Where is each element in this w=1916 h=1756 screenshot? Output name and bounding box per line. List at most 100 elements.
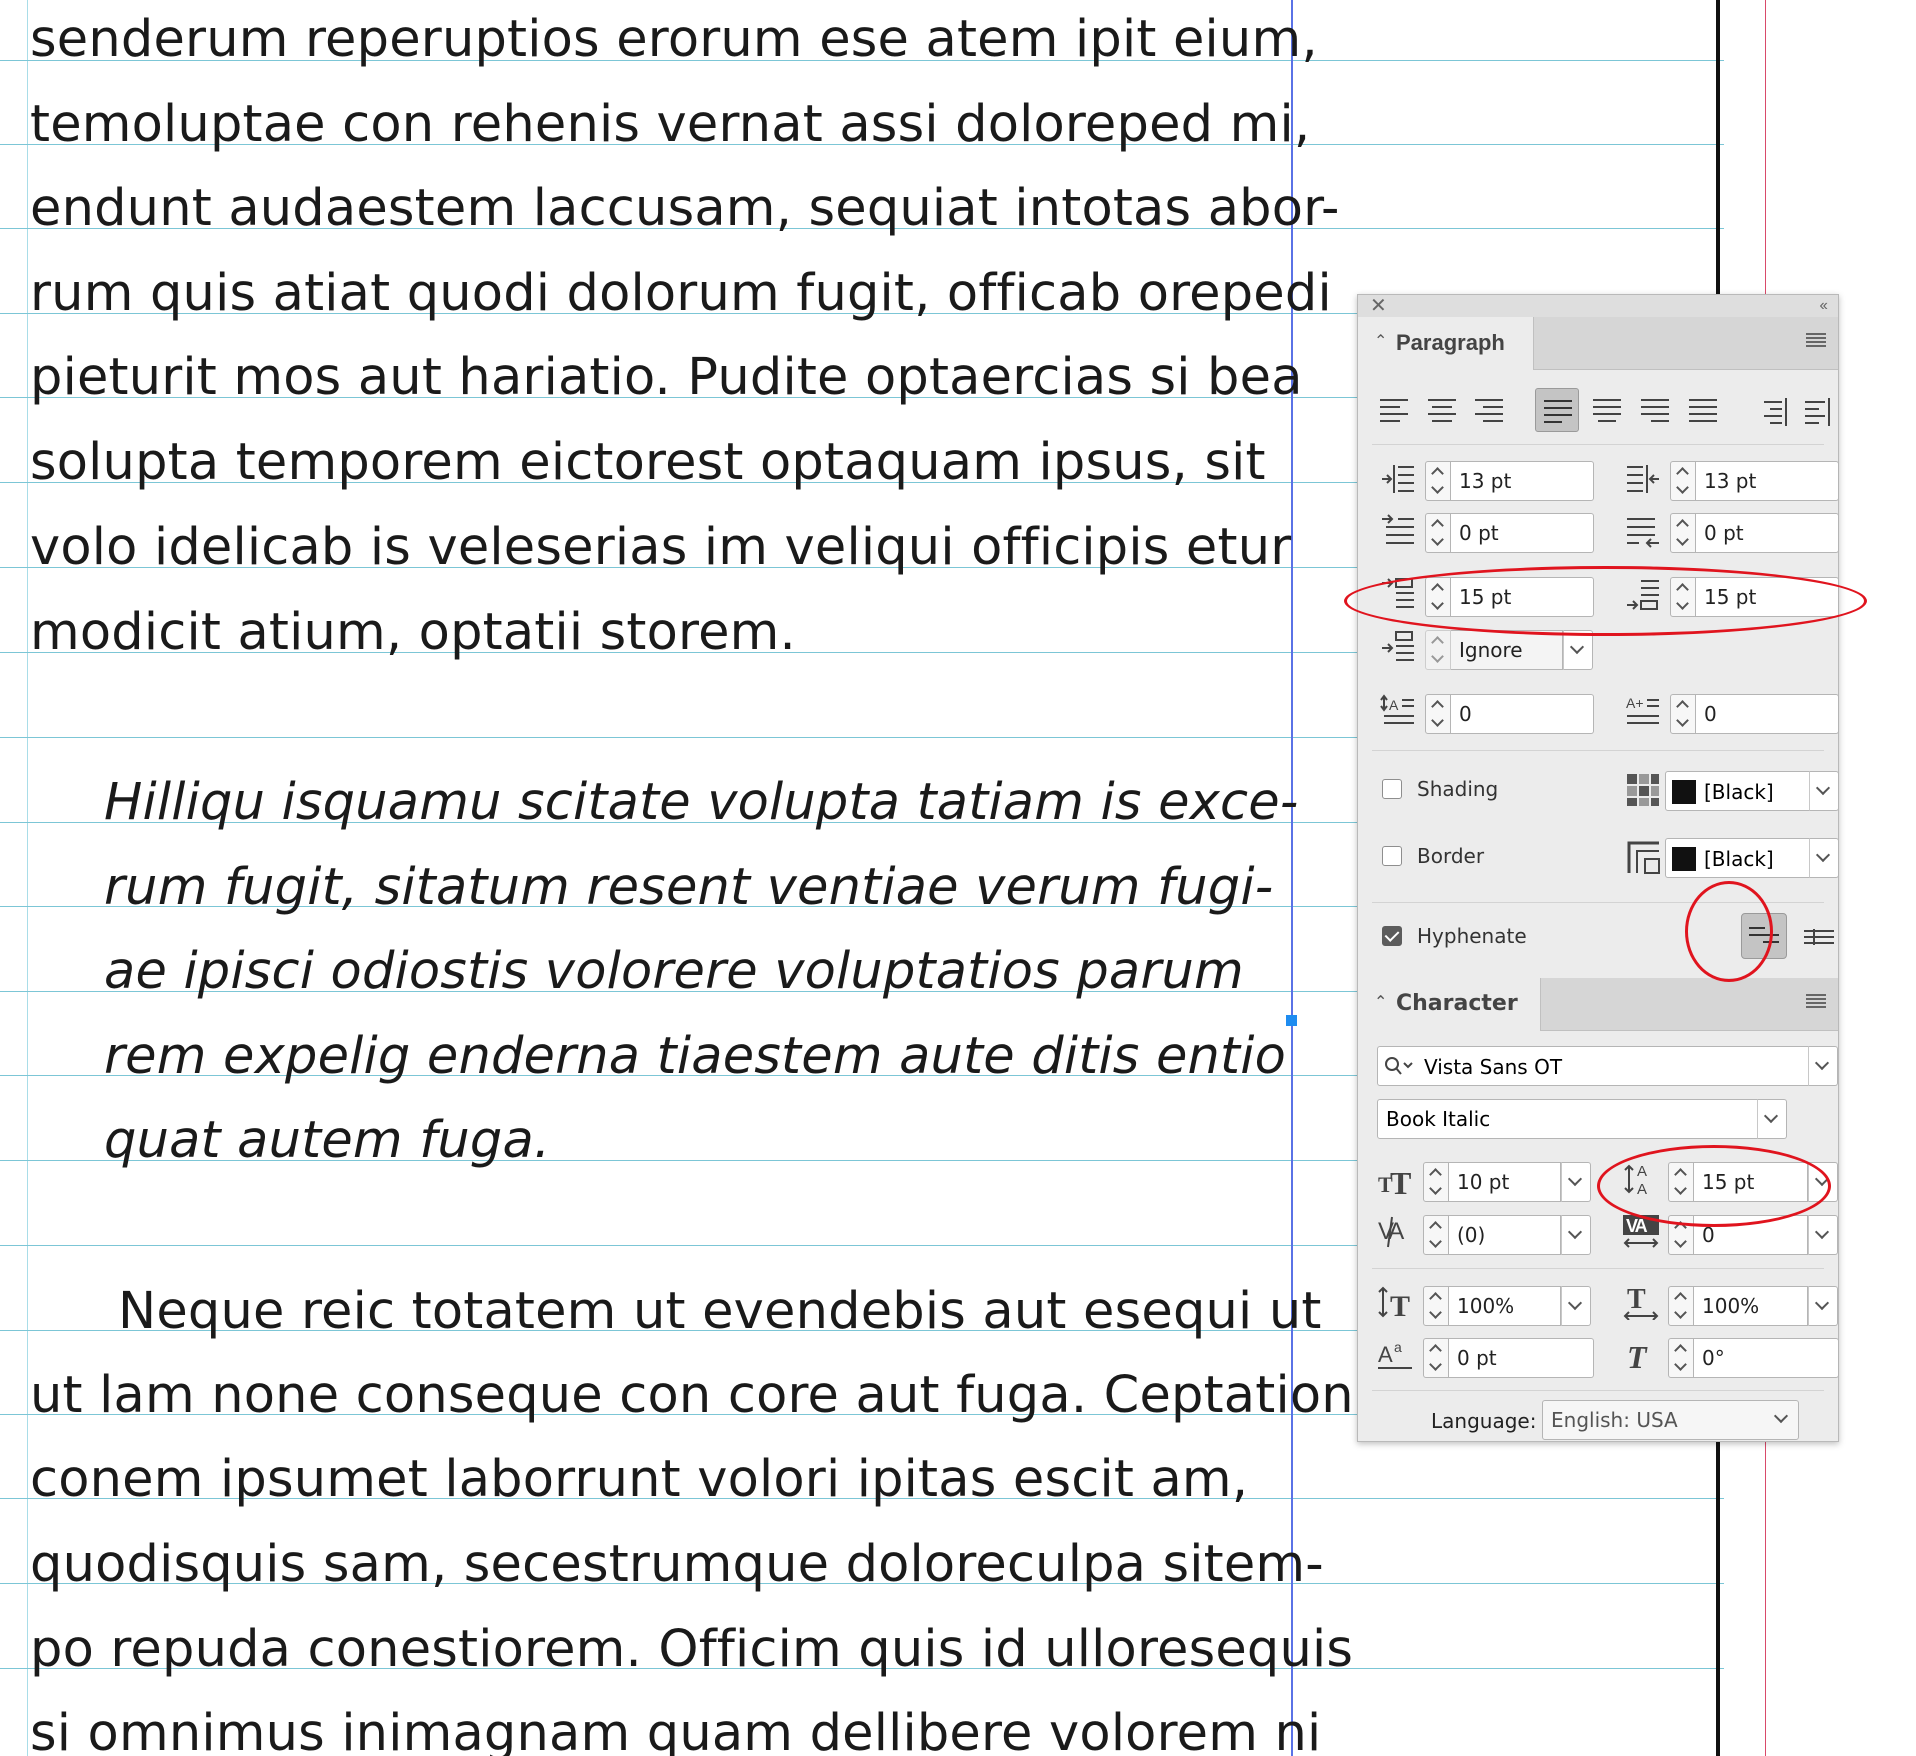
kerning-field[interactable]: (0) [1449,1215,1561,1255]
align-center-icon [1428,399,1456,422]
tab-character-label: Character [1396,991,1518,1016]
shading-checkbox[interactable] [1382,779,1402,799]
tab-character[interactable]: ⌃ Character [1358,978,1541,1031]
text-line[interactable]: ut lam none conseque con core aut fuga. … [30,1366,1354,1426]
horizontal-scale-dropdown[interactable] [1808,1286,1838,1326]
language-select[interactable]: English: USA [1542,1400,1799,1440]
text-line[interactable]: rum quis atiat quodi dolorum fugit, offi… [30,264,1332,324]
border-dropdown[interactable] [1809,838,1839,878]
text-frame-handle[interactable] [1286,1015,1297,1026]
align-to-grid-field[interactable]: Ignore [1451,630,1563,670]
right-indent-stepper[interactable] [1670,461,1696,501]
font-size-dropdown[interactable] [1561,1162,1591,1202]
font-style-dropdown[interactable] [1757,1099,1787,1139]
baseline-shift-field[interactable]: 0 pt [1449,1338,1594,1378]
kerning-stepper[interactable] [1423,1215,1449,1255]
justify-all-button[interactable] [1681,388,1725,432]
tab-paragraph[interactable]: ⌃ Paragraph [1358,317,1534,370]
font-size-icon: TT [1378,1165,1411,1198]
last-line-indent-field[interactable]: 0 pt [1696,513,1839,553]
hyphenate-label: Hyphenate [1417,924,1527,948]
text-line[interactable]: modicit atium, optatii storem. [30,603,1300,663]
vertical-scale-icon: T [1378,1286,1410,1320]
hyphenate-checkbox[interactable] [1382,926,1402,946]
skew-field[interactable]: 0° [1694,1338,1839,1378]
collapse-icon[interactable]: ‹‹ [1819,295,1828,317]
close-icon[interactable]: ✕ [1370,295,1387,317]
svg-text:A+: A+ [1626,695,1644,711]
paragraph-composer-icon[interactable] [1804,929,1834,945]
font-size-stepper[interactable] [1423,1162,1449,1202]
left-indent-field[interactable]: 13 pt [1451,461,1594,501]
text-line[interactable]: volo idelicab is veleserias im veliqui o… [30,518,1300,578]
vertical-scale-field[interactable]: 100% [1449,1286,1561,1326]
horizontal-scale-stepper[interactable] [1668,1286,1694,1326]
panel-title-bar[interactable]: ✕ ‹‹ [1358,295,1838,318]
justify-right-icon [1641,399,1669,422]
drop-cap-lines-stepper[interactable] [1425,694,1451,734]
shading-swatch-label: [Black] [1704,780,1774,804]
paragraph-tab-bar: ⌃ Paragraph [1358,317,1838,370]
separator [1372,444,1824,445]
drop-cap-chars-stepper[interactable] [1670,694,1696,734]
border-checkbox[interactable] [1382,846,1402,866]
horizontal-scale-icon: T [1623,1284,1659,1320]
align-right-button[interactable] [1467,388,1511,432]
chevron-updown-icon: ⌃ [1374,992,1388,1011]
kerning-dropdown[interactable] [1561,1215,1591,1255]
text-line[interactable]: po repuda conestiorem. Officim quis id u… [30,1620,1353,1680]
left-indent-stepper[interactable] [1425,461,1451,501]
last-line-indent-stepper[interactable] [1670,513,1696,553]
right-indent-field[interactable]: 13 pt [1696,461,1839,501]
align-away-spine-button[interactable] [1795,388,1839,432]
language-label: Language: [1431,1409,1537,1433]
first-line-indent-field[interactable]: 0 pt [1451,513,1594,553]
text-line[interactable]: senderum reperuptios erorum ese atem ipi… [30,10,1318,70]
text-line[interactable]: conem ipsumet laborrunt volori ipitas es… [30,1450,1300,1510]
align-to-grid-dropdown[interactable] [1563,630,1593,670]
text-line-italic[interactable]: quat autem fuga. [104,1111,1374,1171]
drop-cap-chars-field[interactable]: 0 [1696,694,1839,734]
text-line-italic[interactable]: Hilliqu isquamu scitate volupta tatiam i… [104,773,1374,833]
black-swatch-chip [1672,780,1696,804]
skew-stepper[interactable] [1668,1338,1694,1378]
tracking-dropdown[interactable] [1808,1215,1838,1255]
font-size-field[interactable]: 10 pt [1449,1162,1561,1202]
text-line-italic[interactable]: ae ipisci odiostis volorere voluptatios … [104,942,1374,1002]
border-swatch[interactable]: [Black] [1665,838,1810,878]
text-line-italic[interactable]: rum fugit, sitatum resent ventiae verum … [104,858,1374,918]
text-line[interactable]: Neque reic totatem ut evendebis aut eseq… [118,1282,1388,1342]
font-family-field[interactable]: Vista Sans OT [1377,1046,1809,1086]
text-line[interactable]: quodisquis sam, secestrumque doloreculpa… [30,1535,1324,1595]
justify-center-button[interactable] [1585,388,1629,432]
font-family-dropdown[interactable] [1808,1046,1838,1086]
drop-cap-lines-field[interactable]: 0 [1451,694,1594,734]
text-line[interactable]: si omnimus inimagnam quam dellibere volo… [30,1704,1321,1756]
align-toward-spine-button[interactable] [1752,388,1796,432]
shading-swatch[interactable]: [Black] [1665,771,1810,811]
annotation-ellipse-composer [1685,881,1773,982]
font-style-field[interactable]: Book Italic [1377,1099,1758,1139]
text-line-italic[interactable]: rem expelig enderna tiaestem aute ditis … [104,1027,1374,1087]
panel-menu-icon[interactable] [1806,333,1826,347]
shading-dropdown[interactable] [1809,771,1839,811]
text-line[interactable]: solupta temporem eictorest optaquam ipsu… [30,433,1300,493]
horizontal-scale-field[interactable]: 100% [1694,1286,1808,1326]
svg-text:T: T [1627,1339,1648,1372]
justify-center-icon [1593,399,1621,422]
baseline-shift-stepper[interactable] [1423,1338,1449,1378]
annotation-ellipse-space [1344,566,1867,636]
first-line-indent-stepper[interactable] [1425,513,1451,553]
vertical-scale-stepper[interactable] [1423,1286,1449,1326]
panel-menu-icon[interactable] [1806,994,1826,1008]
justify-right-button[interactable] [1633,388,1677,432]
vertical-scale-dropdown[interactable] [1561,1286,1591,1326]
text-line[interactable]: endunt audaestem laccusam, sequiat intot… [30,179,1339,239]
justify-left-button[interactable] [1535,388,1579,432]
align-left-button[interactable] [1372,388,1416,432]
text-line[interactable]: pieturit mos aut hariatio. Pudite optaer… [30,348,1302,408]
text-line[interactable]: temoluptae con rehenis vernat assi dolor… [30,95,1310,155]
align-center-button[interactable] [1420,388,1464,432]
border-swatch-label: [Black] [1704,847,1774,871]
font-family-value: Vista Sans OT [1424,1055,1563,1079]
